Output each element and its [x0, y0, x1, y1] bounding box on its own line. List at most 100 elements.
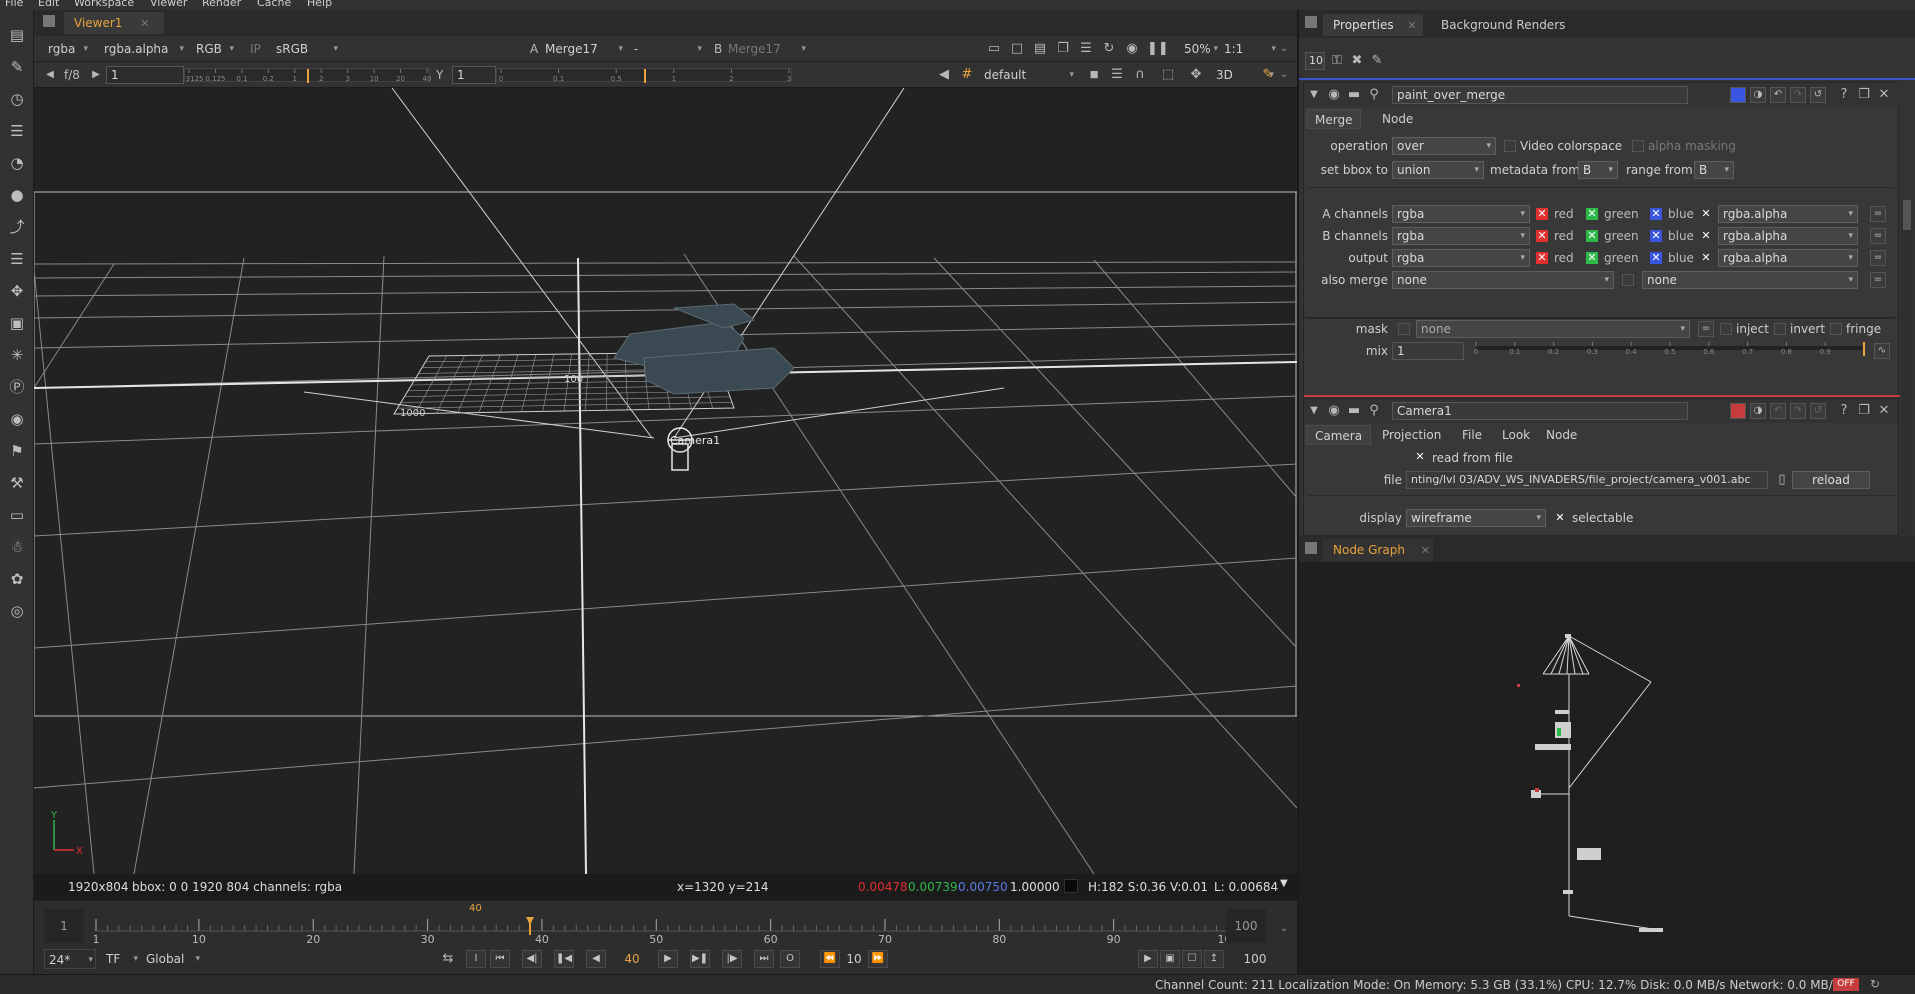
- filter-icon[interactable]: ●: [6, 184, 28, 206]
- max-panels-field[interactable]: 10: [1305, 52, 1325, 70]
- help-icon[interactable]: ?: [1836, 87, 1852, 103]
- inject-checkbox[interactable]: [1720, 323, 1732, 335]
- set-bbox-dropdown[interactable]: union: [1392, 161, 1484, 179]
- a-input-dropdown[interactable]: Merge17: [545, 39, 625, 59]
- timeline-expand-icon[interactable]: ⌄: [1280, 923, 1288, 934]
- a-alpha-checkbox[interactable]: ✕: [1700, 208, 1712, 220]
- next-keyframe-button[interactable]: |▶: [722, 950, 742, 968]
- menu-render[interactable]: Render: [202, 0, 241, 9]
- tab-camera[interactable]: Camera: [1306, 425, 1372, 445]
- revert-icon[interactable]: ↺: [1810, 87, 1826, 103]
- gain-input[interactable]: 1: [106, 66, 184, 84]
- safe-area-icon[interactable]: □: [1009, 41, 1025, 57]
- play-backward-button[interactable]: ◀: [586, 950, 606, 968]
- merge-node-name-field[interactable]: paint_over_merge: [1392, 86, 1688, 104]
- tab-node[interactable]: Node: [1538, 425, 1585, 445]
- other-icon[interactable]: ▭: [6, 504, 28, 526]
- out-alpha-checkbox[interactable]: ✕: [1700, 252, 1712, 264]
- furnace-icon[interactable]: ☃: [6, 536, 28, 558]
- a-red-checkbox[interactable]: ✕: [1536, 208, 1548, 220]
- interactive-icon[interactable]: ☰: [1109, 67, 1125, 83]
- selectable-checkbox[interactable]: ✕: [1554, 512, 1566, 524]
- tab-file[interactable]: File: [1454, 425, 1490, 445]
- mask-link-button[interactable]: =: [1698, 321, 1714, 337]
- float-panel-icon[interactable]: ❐: [1856, 87, 1872, 103]
- alpha-masking-checkbox[interactable]: [1632, 140, 1644, 152]
- axis-icon[interactable]: ✥: [1188, 67, 1204, 83]
- b-link-button[interactable]: =: [1870, 228, 1886, 244]
- viewer-toolbar-expand[interactable]: ⌄ ⌄: [1277, 36, 1291, 88]
- scrollbar-thumb[interactable]: [1903, 200, 1911, 230]
- curve-icon[interactable]: ∩: [1132, 67, 1148, 83]
- time-icon[interactable]: ◷: [6, 88, 28, 110]
- pane-menu-icon[interactable]: [1305, 542, 1317, 554]
- a-alpha-dropdown[interactable]: rgba.alpha: [1718, 205, 1858, 223]
- also-merge-checkbox[interactable]: [1622, 274, 1634, 286]
- tab-background-renders[interactable]: Background Renders ✕: [1431, 14, 1581, 54]
- pause-icon[interactable]: ❚❚: [1147, 41, 1169, 57]
- out-blue-checkbox[interactable]: ✕: [1650, 252, 1662, 264]
- out-link-button[interactable]: =: [1870, 250, 1886, 266]
- edit-icon[interactable]: ✎: [1369, 53, 1385, 69]
- fps-dropdown[interactable]: 24*: [44, 949, 96, 970]
- mix-slider[interactable]: 00.10.20.30.40.50.60.70.80.91: [1472, 342, 1868, 360]
- lock-camera-icon[interactable]: ◾: [1086, 67, 1102, 83]
- folder-icon[interactable]: ▯: [1774, 472, 1790, 488]
- camera-dropdown[interactable]: default: [984, 65, 1076, 85]
- timeline-scrubber[interactable]: 1102030405060708090100: [93, 905, 1252, 946]
- transform-icon[interactable]: ✥: [6, 280, 28, 302]
- inputs-icon[interactable]: ⚲: [1366, 403, 1382, 419]
- range-from-dropdown[interactable]: B: [1694, 161, 1734, 179]
- mask-dropdown[interactable]: none: [1416, 320, 1690, 338]
- close-all-icon[interactable]: ✖: [1349, 53, 1365, 69]
- color-icon[interactable]: ◔: [6, 152, 28, 174]
- tab-merge[interactable]: Merge: [1306, 109, 1362, 129]
- lock-range-button[interactable]: ☐: [1182, 950, 1202, 968]
- skip-forward-button[interactable]: ⏩: [868, 950, 888, 968]
- info-bar-menu-icon[interactable]: ▼: [1280, 878, 1288, 889]
- metadata-from-dropdown[interactable]: B: [1578, 161, 1618, 179]
- next-frame-button[interactable]: ▶❚: [690, 950, 710, 968]
- flipbook-button[interactable]: ▶: [1138, 950, 1158, 968]
- plugins-icon[interactable]: ✿: [6, 568, 28, 590]
- refresh-icon[interactable]: ↻: [1101, 41, 1117, 57]
- wipe-mode-dropdown[interactable]: -: [634, 39, 704, 59]
- status-off-badge[interactable]: OFF: [1833, 978, 1859, 991]
- layer-dropdown[interactable]: rgba: [48, 39, 90, 59]
- timeline-start-frame[interactable]: 1: [44, 909, 84, 943]
- close-icon[interactable]: ✕: [1407, 19, 1416, 32]
- a-green-checkbox[interactable]: ✕: [1586, 208, 1598, 220]
- ip-button[interactable]: IP: [250, 42, 261, 56]
- gamma-input[interactable]: 1: [452, 66, 496, 84]
- properties-scrollbar[interactable]: [1901, 200, 1913, 536]
- read-from-file-checkbox[interactable]: ✕: [1414, 451, 1426, 463]
- node-graph-canvas[interactable]: [1299, 562, 1915, 974]
- merge-icon[interactable]: ☰: [6, 248, 28, 270]
- menu-help[interactable]: Help: [307, 0, 332, 9]
- frame-increment-field[interactable]: 10: [842, 950, 866, 968]
- close-icon[interactable]: ✕: [1421, 544, 1430, 557]
- b-alpha-checkbox[interactable]: ✕: [1700, 230, 1712, 242]
- channel-icon[interactable]: ☰: [6, 120, 28, 142]
- views-icon[interactable]: ◉: [6, 408, 28, 430]
- roi-icon[interactable]: ▭: [986, 41, 1002, 57]
- undo-icon[interactable]: ↶: [1770, 87, 1786, 103]
- gain-decrease-icon[interactable]: ◀: [42, 67, 58, 83]
- view-node-icon[interactable]: ◉: [1326, 403, 1342, 419]
- tab-viewer1[interactable]: Viewer1 ✕: [64, 12, 164, 34]
- draw-icon[interactable]: ✎: [6, 56, 28, 78]
- histogram-icon[interactable]: ☰: [1078, 41, 1094, 57]
- tab-projection[interactable]: Projection: [1374, 425, 1449, 445]
- tab-node[interactable]: Node: [1374, 109, 1421, 129]
- 3d-icon[interactable]: ▣: [6, 312, 28, 334]
- refresh-icon[interactable]: ↻: [1870, 977, 1880, 991]
- float-panel-icon[interactable]: ❐: [1856, 403, 1872, 419]
- end-frame-field[interactable]: 100: [1238, 950, 1272, 968]
- reload-button[interactable]: reload: [1792, 471, 1870, 489]
- help-icon[interactable]: ?: [1836, 403, 1852, 419]
- revert-icon[interactable]: ↺: [1810, 403, 1826, 419]
- image-icon[interactable]: ▤: [6, 24, 28, 46]
- b-channels-dropdown[interactable]: rgba: [1392, 227, 1530, 245]
- last-frame-button[interactable]: ⏭: [754, 950, 774, 968]
- render-node-icon[interactable]: ▬: [1346, 403, 1362, 419]
